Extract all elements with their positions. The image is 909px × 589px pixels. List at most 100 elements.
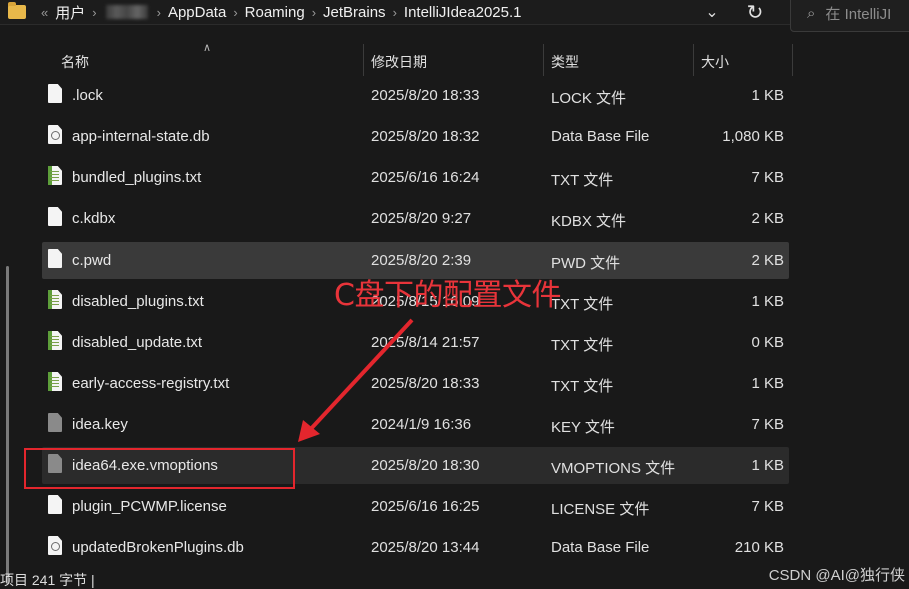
file-type: KEY 文件 — [551, 419, 615, 436]
breadcrumb-roaming[interactable]: Roaming — [245, 4, 305, 21]
status-text: 项目 241 字节 | — [0, 572, 95, 588]
txt-file-icon — [48, 290, 62, 309]
list-item[interactable]: early-access-registry.txt 2025/8/20 18:3… — [42, 365, 789, 402]
file-type: Data Base File — [551, 539, 650, 556]
file-size: 7 KB — [751, 416, 784, 433]
column-header-name[interactable]: 名称 — [61, 52, 89, 72]
file-date: 2025/8/14 21:57 — [371, 334, 480, 351]
file-size: 2 KB — [751, 210, 784, 227]
file-name: disabled_plugins.txt — [72, 293, 204, 310]
list-item[interactable]: .lock 2025/8/20 18:33 LOCK 文件 1 KB — [42, 77, 789, 114]
list-item[interactable]: plugin_PCWMP.license 2025/6/16 16:25 LIC… — [42, 488, 789, 525]
list-item[interactable]: app-internal-state.db 2025/8/20 18:32 Da… — [42, 118, 789, 155]
file-size: 7 KB — [751, 169, 784, 186]
db-file-icon — [48, 536, 62, 555]
file-type: LICENSE 文件 — [551, 501, 650, 518]
refresh-button[interactable]: ↻ — [742, 0, 768, 24]
breadcrumb-intellijidea[interactable]: IntelliJIdea2025.1 — [404, 4, 522, 21]
chevron-right-icon: › — [392, 4, 397, 20]
file-type: KDBX 文件 — [551, 213, 627, 230]
file-date: 2025/8/20 13:44 — [371, 539, 480, 556]
watermark: CSDN @AI@独行侠 — [768, 567, 905, 584]
file-date: 2024/1/9 16:36 — [371, 416, 472, 433]
file-size: 1,080 KB — [722, 128, 784, 145]
breadcrumb-appdata[interactable]: AppData — [168, 4, 226, 21]
file-name: updatedBrokenPlugins.db — [72, 539, 244, 556]
column-divider[interactable] — [363, 44, 364, 76]
file-size: 1 KB — [751, 293, 784, 310]
file-date: 2025/8/20 18:33 — [371, 375, 480, 392]
chevron-down-icon[interactable]: ⌄ — [700, 2, 724, 22]
breadcrumb-username-redacted[interactable] — [105, 5, 148, 19]
file-size: 210 KB — [734, 539, 784, 556]
sort-ascending-icon: ∧ — [203, 42, 212, 54]
file-icon — [48, 84, 62, 103]
search-input[interactable]: ⌕ 在 IntelliJI — [790, 0, 909, 32]
file-name: disabled_update.txt — [72, 334, 203, 351]
txt-file-icon — [48, 166, 62, 185]
column-header-size[interactable]: 大小 — [701, 52, 729, 72]
chevron-right-icon: › — [92, 4, 97, 20]
file-date: 2025/6/16 16:24 — [371, 169, 480, 186]
column-divider[interactable] — [543, 44, 544, 76]
txt-file-icon — [48, 331, 62, 350]
address-bar: « 用户 › › AppData › Roaming › JetBrains ›… — [0, 0, 909, 32]
file-date: 2025/8/20 2:39 — [371, 252, 472, 269]
breadcrumb-users[interactable]: 用户 — [55, 2, 85, 23]
file-type: TXT 文件 — [551, 337, 614, 354]
file-date: 2025/8/20 18:30 — [371, 457, 480, 474]
file-name: .lock — [72, 87, 103, 104]
file-size: 1 KB — [751, 87, 784, 104]
chevron-right-icon: › — [156, 4, 161, 20]
scrollbar-thumb[interactable] — [6, 266, 9, 584]
file-size: 1 KB — [751, 375, 784, 392]
list-item[interactable]: updatedBrokenPlugins.db 2025/8/20 13:44 … — [42, 529, 789, 566]
breadcrumb[interactable]: « 用户 › › AppData › Roaming › JetBrains ›… — [0, 0, 736, 24]
file-name: c.pwd — [72, 252, 112, 269]
column-divider[interactable] — [693, 44, 694, 76]
file-icon — [48, 207, 62, 226]
file-type: LOCK 文件 — [551, 90, 627, 107]
file-size: 7 KB — [751, 498, 784, 515]
breadcrumb-jetbrains[interactable]: JetBrains — [323, 4, 386, 21]
file-type: TXT 文件 — [551, 172, 614, 189]
file-size: 1 KB — [751, 457, 784, 474]
file-name: idea.key — [72, 416, 128, 433]
db-file-icon — [48, 125, 62, 144]
file-name: bundled_plugins.txt — [72, 169, 202, 186]
search-placeholder: 在 IntelliJI — [825, 5, 892, 23]
chevron-right-icon: › — [311, 4, 317, 20]
file-name: app-internal-state.db — [72, 128, 210, 145]
list-item[interactable]: bundled_plugins.txt 2025/6/16 16:24 TXT … — [42, 159, 789, 196]
file-type: PWD 文件 — [551, 255, 621, 272]
column-header-row: ∧ 名称 修改日期 类型 大小 — [0, 42, 909, 76]
file-date: 2025/8/20 18:33 — [371, 87, 480, 104]
file-type: VMOPTIONS 文件 — [551, 460, 676, 477]
txt-file-icon — [48, 372, 62, 391]
file-size: 2 KB — [751, 252, 784, 269]
file-name: early-access-registry.txt — [72, 375, 230, 392]
folder-icon — [8, 2, 26, 19]
file-icon — [48, 249, 62, 268]
key-file-icon — [48, 413, 62, 432]
vertical-scrollbar[interactable] — [0, 44, 14, 584]
column-header-type[interactable]: 类型 — [551, 52, 579, 72]
search-icon: ⌕ — [807, 4, 816, 22]
file-type: TXT 文件 — [551, 378, 614, 395]
breadcrumb-overflow[interactable]: « — [41, 5, 48, 20]
chevron-right-icon: › — [233, 4, 238, 20]
list-item[interactable]: disabled_update.txt 2025/8/14 21:57 TXT … — [42, 324, 789, 361]
column-divider[interactable] — [792, 44, 793, 76]
file-type: Data Base File — [551, 128, 650, 145]
annotation-label: C盘下的配置文件 — [334, 278, 561, 313]
file-name: c.kdbx — [72, 210, 116, 227]
file-date: 2025/8/20 18:32 — [371, 128, 480, 145]
file-name: plugin_PCWMP.license — [72, 498, 227, 515]
file-size: 0 KB — [751, 334, 784, 351]
file-explorer-window: « 用户 › › AppData › Roaming › JetBrains ›… — [0, 0, 909, 589]
column-header-date[interactable]: 修改日期 — [371, 52, 427, 72]
file-icon — [48, 495, 62, 514]
list-item[interactable]: idea.key 2024/1/9 16:36 KEY 文件 7 KB — [42, 406, 789, 443]
list-item[interactable]: c.kdbx 2025/8/20 9:27 KDBX 文件 2 KB — [42, 200, 789, 237]
file-date: 2025/6/16 16:25 — [371, 498, 480, 515]
